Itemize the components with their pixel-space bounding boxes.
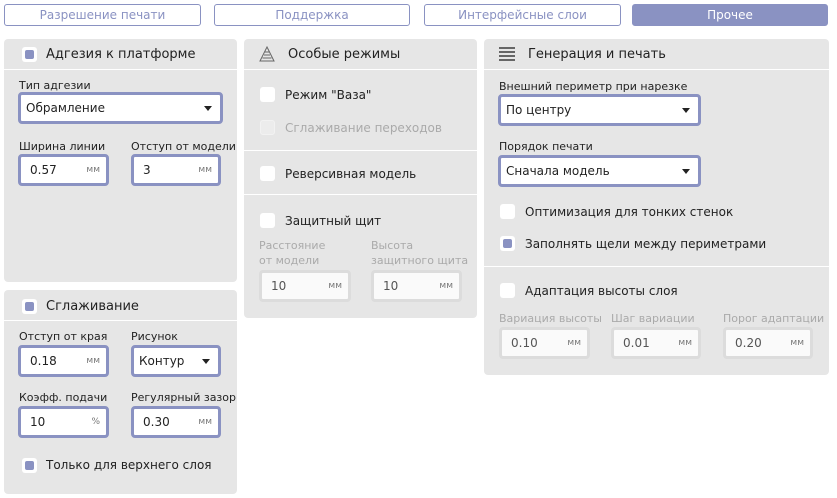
adaptation-threshold-label: Порог адаптации [723,312,825,325]
shield-height-field[interactable]: 10 мм [371,270,462,302]
generation-header: Генерация и печать [484,39,829,70]
shield-distance-value: 10 [271,279,287,293]
divider [244,150,477,151]
gap-unit: мм [198,417,212,427]
shield-label: Защитный щит [285,214,382,228]
tab-print-resolution[interactable]: Разрешение печати [4,4,201,26]
variation-step-field[interactable]: 0.01 мм [611,327,701,359]
fill-gaps-label: Заполнять щели между периметрами [525,237,767,251]
adhesion-header: Адгезия к платформе [4,39,237,70]
pattern-select[interactable]: Контур [131,345,221,377]
chevron-down-icon [682,108,690,113]
generation-panel: Генерация и печать Внешний периметр при … [484,39,829,375]
pattern-value: Контур [139,354,185,368]
edge-offset-value: 0.18 [30,354,57,368]
height-variation-value: 0.10 [511,336,538,350]
shield-height-label: Высота защитного щита [371,239,469,267]
adhesion-checkbox[interactable] [22,47,37,62]
tab-support[interactable]: Поддержка [214,4,410,26]
adhesion-type-value: Обрамление [26,101,105,115]
height-variation-unit: мм [567,338,581,348]
line-width-value: 0.57 [30,163,57,177]
perimeter-label: Внешний периметр при нарезке [499,80,688,93]
smoothing-checkbox[interactable] [22,299,37,314]
adhesion-type-select[interactable]: Обрамление [18,92,223,124]
special-modes-title: Особые режимы [288,47,401,62]
model-offset-value: 3 [143,163,151,177]
vase-mode-label: Режим "Ваза" [285,88,372,102]
adhesion-title: Адгезия к платформе [46,47,196,62]
edge-offset-label: Отступ от края [19,330,108,343]
chevron-down-icon [204,106,212,111]
thin-walls-label: Оптимизация для тонких стенок [525,205,734,219]
reverse-model-checkbox[interactable] [260,166,275,181]
adaptive-height-label: Адаптация высоты слоя [525,284,678,298]
chevron-down-icon [202,359,210,364]
print-order-select[interactable]: Сначала модель [498,155,701,187]
divider [244,194,477,195]
edge-offset-unit: мм [86,356,100,366]
smoothing-panel: Сглаживание Отступ от края 0.18 мм Рисун… [4,290,237,494]
feed-field[interactable]: 10 % [18,406,109,438]
pattern-label: Рисунок [131,330,178,343]
height-variation-field[interactable]: 0.10 мм [499,327,590,359]
model-offset-label: Отступ от модели [131,140,236,153]
variation-step-label: Шаг вариации [611,312,695,325]
reverse-model-label: Реверсивная модель [285,167,417,181]
adhesion-type-label: Тип адгезии [19,79,91,92]
gap-label: Регулярный зазор [131,391,236,404]
feed-label: Коэфф. подачи [19,391,108,404]
variation-step-unit: мм [678,338,692,348]
gap-value: 0.30 [143,415,170,429]
generation-title: Генерация и печать [528,47,666,62]
shield-height-unit: мм [439,281,453,291]
feed-unit: % [91,417,100,427]
adaptation-threshold-value: 0.20 [735,336,762,350]
layers-pyramid-icon [259,46,275,62]
divider [484,266,829,267]
transition-smoothing-label: Сглаживание переходов [285,121,442,135]
variation-step-value: 0.01 [623,336,650,350]
thin-walls-checkbox[interactable] [500,204,515,219]
adaptation-threshold-unit: мм [790,338,804,348]
perimeter-value: По центру [506,103,572,117]
adaptation-threshold-field[interactable]: 0.20 мм [723,327,813,359]
shield-height-value: 10 [383,279,399,293]
line-width-unit: мм [86,165,100,175]
perimeter-select[interactable]: По центру [498,94,701,126]
list-lines-icon [499,47,515,61]
tab-other[interactable]: Прочее [632,4,828,26]
top-layer-only-label: Только для верхнего слоя [46,458,212,472]
line-width-label: Ширина линии [19,140,106,153]
adhesion-panel: Адгезия к платформе Тип адгезии Обрамлен… [4,39,237,282]
vase-mode-checkbox[interactable] [260,87,275,102]
adaptive-height-checkbox[interactable] [500,283,515,298]
smoothing-header: Сглаживание [4,290,237,321]
shield-distance-label: Расстояние от модели [259,239,326,267]
special-modes-panel: Особые режимы Режим "Ваза" Сглаживание п… [244,39,477,318]
model-offset-field[interactable]: 3 мм [131,154,221,186]
feed-value: 10 [30,415,46,429]
model-offset-unit: мм [198,165,212,175]
line-width-field[interactable]: 0.57 мм [18,154,109,186]
print-order-label: Порядок печати [499,140,593,153]
top-layer-only-checkbox[interactable] [22,458,37,473]
tab-interface-layers[interactable]: Интерфейсные слои [424,4,621,26]
shield-distance-unit: мм [328,281,342,291]
fill-gaps-checkbox[interactable] [500,236,515,251]
transition-smoothing-checkbox[interactable] [260,120,275,135]
print-order-value: Сначала модель [506,164,610,178]
shield-distance-field[interactable]: 10 мм [259,270,351,302]
gap-field[interactable]: 0.30 мм [131,406,221,438]
height-variation-label: Вариация высоты [499,312,602,325]
chevron-down-icon [682,169,690,174]
special-modes-header: Особые режимы [244,39,477,70]
smoothing-title: Сглаживание [46,299,139,314]
edge-offset-field[interactable]: 0.18 мм [18,345,109,377]
shield-checkbox[interactable] [260,213,275,228]
